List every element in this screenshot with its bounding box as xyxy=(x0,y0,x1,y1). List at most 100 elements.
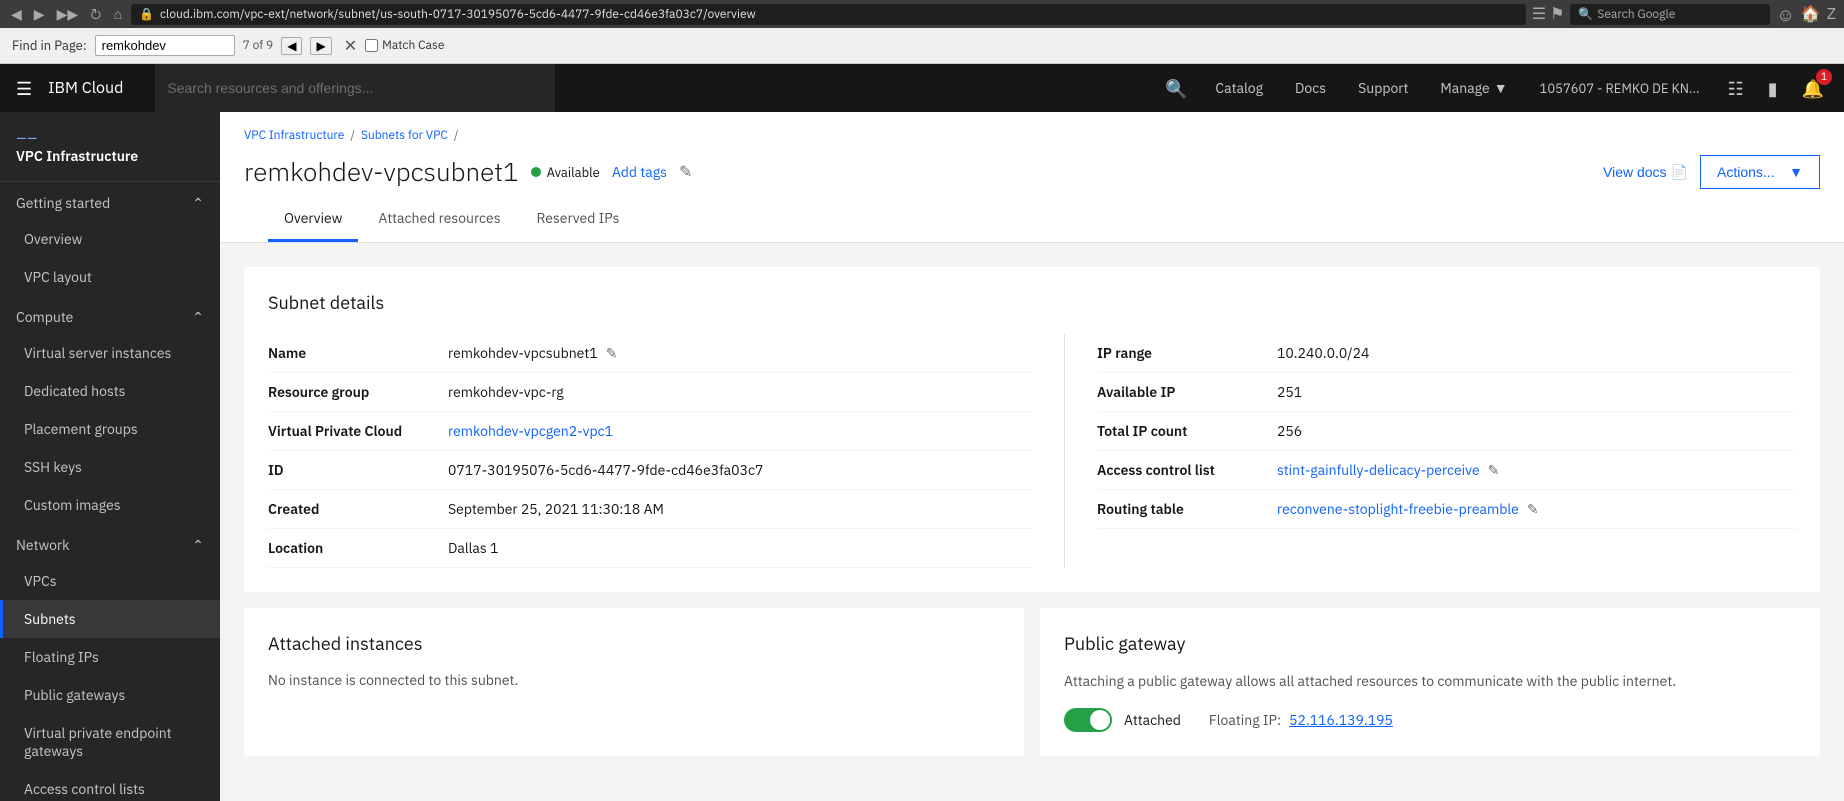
gateway-toggle[interactable] xyxy=(1064,708,1112,732)
vpc-link[interactable]: remkohdev-vpcgen2-vpc1 xyxy=(448,422,613,440)
detail-row-acl: Access control list stint-gainfully-deli… xyxy=(1097,451,1796,490)
breadcrumb-vpc-infra[interactable]: VPC Infrastructure xyxy=(244,128,344,143)
add-tags-link[interactable]: Add tags xyxy=(612,163,667,181)
acl-link[interactable]: stint-gainfully-delicacy-perceive xyxy=(1277,461,1480,479)
sidebar-item-placement-groups[interactable]: Placement groups xyxy=(0,410,220,448)
detail-label-id: ID xyxy=(268,461,448,479)
detail-value-created: September 25, 2021 11:30:18 AM xyxy=(448,500,1032,518)
sidebar-item-acls[interactable]: Access control lists xyxy=(0,770,220,801)
nav-refresh[interactable]: ↻ xyxy=(87,3,104,25)
sidebar-item-public-gateways[interactable]: Public gateways xyxy=(0,676,220,714)
detail-label-acl: Access control list xyxy=(1097,461,1277,479)
brand-title: VPC Infrastructure xyxy=(16,147,138,165)
floating-ip-label: Floating IP: xyxy=(1209,711,1281,729)
status-dot xyxy=(531,167,541,177)
name-edit-icon[interactable]: ✎ xyxy=(606,344,618,362)
subnet-details-card: Subnet details Name remkohdev-vpcsubnet1… xyxy=(244,267,1820,592)
find-close-btn[interactable]: ✕ xyxy=(344,36,357,56)
status-text: Available xyxy=(547,164,600,181)
find-bar: Find in Page: 7 of 9 ◀ ▶ ✕ Match Case xyxy=(0,28,1844,64)
detail-label-ip-range: IP range xyxy=(1097,344,1277,362)
acl-edit-icon[interactable]: ✎ xyxy=(1488,461,1500,479)
bottom-panels: Attached instances No instance is connec… xyxy=(244,608,1820,756)
sidebar-section-getting-started[interactable]: Getting started ⌃ xyxy=(0,182,220,220)
extensions-icon[interactable]: 🏠 xyxy=(1801,4,1821,24)
nav-skip[interactable]: ▶▶ xyxy=(54,3,82,25)
detail-row-available-ip: Available IP 251 xyxy=(1097,373,1796,412)
detail-row-resource-group: Resource group remkohdev-vpc-rg xyxy=(268,373,1032,412)
nav-forward[interactable]: ▶ xyxy=(31,3,48,25)
detail-label-location: Location xyxy=(268,539,448,557)
right-section: IP range 10.240.0.0/24 Available IP 251 … xyxy=(1032,334,1796,568)
tab-attached-resources[interactable]: Attached resources xyxy=(362,197,516,242)
sidebar-item-floating-ips[interactable]: Floating IPs xyxy=(0,638,220,676)
profile-icon[interactable]: ☺ xyxy=(1776,3,1794,26)
user-menu[interactable]: 1057607 - REMKO DE KN... xyxy=(1532,80,1708,97)
attached-instances-empty: No instance is connected to this subnet. xyxy=(268,671,1000,689)
view-docs-btn[interactable]: View docs 📄 xyxy=(1603,164,1688,181)
docs-link[interactable]: Docs xyxy=(1287,79,1334,97)
sidebar-item-dedicated-hosts[interactable]: Dedicated hosts xyxy=(0,372,220,410)
detail-label-routing-table: Routing table xyxy=(1097,500,1277,518)
sidebar-section-network[interactable]: Network ⌃ xyxy=(0,524,220,562)
sidebar-item-vpc-endpoint-gateways[interactable]: Virtual private endpoint gateways xyxy=(0,714,220,770)
bookmarks-icon[interactable]: ☰ xyxy=(1532,4,1546,24)
manage-dropdown[interactable]: Manage ▼ xyxy=(1432,79,1515,97)
support-link[interactable]: Support xyxy=(1350,79,1416,97)
details-left: Name remkohdev-vpcsubnet1 ✎ Resource gro… xyxy=(268,334,1032,568)
breadcrumb: VPC Infrastructure / Subnets for VPC / xyxy=(244,128,1820,143)
bookmark-icon[interactable]: ⚑ xyxy=(1550,4,1564,24)
attached-instances-panel: Attached instances No instance is connec… xyxy=(244,608,1024,756)
find-input[interactable] xyxy=(95,35,235,56)
page-header: remkohdev-vpcsubnet1 Available Add tags … xyxy=(244,155,1820,189)
routing-table-link[interactable]: reconvene-stoplight-freebie-preamble xyxy=(1277,500,1519,518)
find-label: Find in Page: xyxy=(12,37,87,54)
menu-icon[interactable]: Z xyxy=(1827,4,1836,24)
sidebar-item-vpc-layout[interactable]: VPC layout xyxy=(0,258,220,296)
breadcrumb-subnets-for-vpc[interactable]: Subnets for VPC xyxy=(361,128,448,143)
find-next-btn[interactable]: ▶ xyxy=(310,37,331,55)
grid-icon[interactable]: ☷ xyxy=(1724,73,1748,104)
sidebar-item-subnets[interactable]: Subnets xyxy=(0,600,220,638)
sidebar-item-vsi[interactable]: Virtual server instances xyxy=(0,334,220,372)
brand-icon: ⚊⚊ xyxy=(16,128,204,143)
table-icon[interactable]: ▮ xyxy=(1764,73,1782,104)
nav-home[interactable]: ⌂ xyxy=(111,3,125,25)
tab-overview[interactable]: Overview xyxy=(268,197,358,242)
breadcrumb-bar: VPC Infrastructure / Subnets for VPC / r… xyxy=(220,112,1844,243)
hamburger-icon[interactable]: ☰ xyxy=(16,77,32,100)
gateway-description: Attaching a public gateway allows all at… xyxy=(1064,671,1796,692)
sidebar-item-ssh-keys[interactable]: SSH keys xyxy=(0,448,220,486)
toggle-knob xyxy=(1090,710,1110,730)
detail-value-available-ip: 251 xyxy=(1277,383,1796,401)
actions-btn[interactable]: Actions... ▼ xyxy=(1700,155,1820,189)
sidebar-section-compute[interactable]: Compute ⌃ xyxy=(0,296,220,334)
detail-row-total-ip: Total IP count 256 xyxy=(1097,412,1796,451)
detail-row-routing-table: Routing table reconvene-stoplight-freebi… xyxy=(1097,490,1796,529)
sidebar-item-vpcs[interactable]: VPCs xyxy=(0,562,220,600)
search-icon[interactable]: 🔍 xyxy=(1161,73,1191,104)
floating-ip-value[interactable]: 52.116.139.195 xyxy=(1289,711,1393,729)
match-case-label[interactable]: Match Case xyxy=(365,38,444,53)
search-google-text: Search Google xyxy=(1597,7,1675,22)
page-title-row: remkohdev-vpcsubnet1 Available Add tags … xyxy=(244,155,692,189)
divider-vertical xyxy=(1064,334,1065,568)
title-edit-icon[interactable]: ✎ xyxy=(679,162,692,182)
nav-back[interactable]: ◀ xyxy=(8,3,25,25)
tab-reserved-ips[interactable]: Reserved IPs xyxy=(521,197,636,242)
detail-row-created: Created September 25, 2021 11:30:18 AM xyxy=(268,490,1032,529)
routing-table-edit-icon[interactable]: ✎ xyxy=(1527,500,1539,518)
icon-wrapper-bell: 🔔 1 xyxy=(1798,73,1828,104)
detail-value-name: remkohdev-vpcsubnet1 ✎ xyxy=(448,344,1032,362)
browser-search-bar[interactable]: 🔍 Search Google xyxy=(1570,4,1770,25)
sidebar-item-custom-images[interactable]: Custom images xyxy=(0,486,220,524)
detail-value-vpc: remkohdev-vpcgen2-vpc1 xyxy=(448,422,1032,440)
global-search-input[interactable] xyxy=(155,64,555,112)
find-prev-btn[interactable]: ◀ xyxy=(281,37,302,55)
url-bar[interactable]: 🔒 cloud.ibm.com/vpc-ext/network/subnet/u… xyxy=(131,4,1526,25)
detail-row-location: Location Dallas 1 xyxy=(268,529,1032,568)
sidebar-item-overview[interactable]: Overview xyxy=(0,220,220,258)
detail-value-total-ip: 256 xyxy=(1277,422,1796,440)
match-case-checkbox[interactable] xyxy=(365,39,378,52)
catalog-link[interactable]: Catalog xyxy=(1207,79,1271,97)
